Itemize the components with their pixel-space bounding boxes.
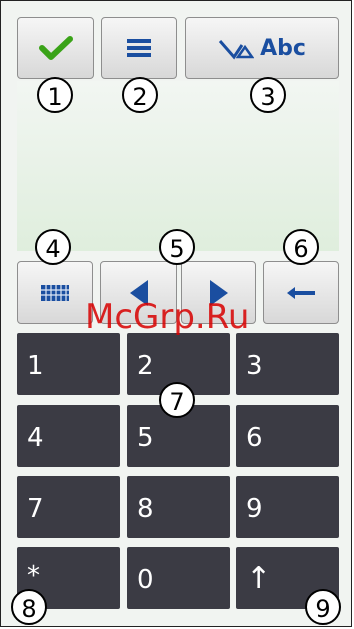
phone-screen: Abc 1 2 3 4 5 6 7 8 9 * 0 ↑ 1 2 3 4 5 6 … [0, 0, 352, 627]
key-7[interactable]: 7 [17, 476, 120, 538]
key-8[interactable]: 8 [127, 476, 230, 538]
ok-button[interactable] [17, 17, 94, 79]
callout-5: 5 [159, 229, 195, 265]
keyboard-switch-button[interactable] [17, 261, 93, 324]
keyboard-icon [41, 284, 69, 301]
input-mode-label: Abc [260, 35, 306, 61]
callout-9: 9 [305, 589, 341, 625]
key-3[interactable]: 3 [236, 333, 339, 395]
checkmark-icon [38, 36, 73, 60]
callout-2: 2 [122, 77, 158, 113]
menu-lines-icon [127, 39, 151, 57]
handwriting-pen-icon [218, 40, 255, 60]
options-menu-button[interactable] [101, 17, 177, 79]
callout-3: 3 [250, 77, 286, 113]
callout-7: 7 [159, 382, 195, 418]
cursor-right-button[interactable] [181, 261, 256, 324]
callout-6: 6 [283, 229, 319, 265]
right-arrow-icon [209, 279, 228, 306]
backspace-icon [287, 286, 315, 299]
input-mode-button[interactable]: Abc [185, 17, 339, 79]
key-1[interactable]: 1 [17, 333, 120, 395]
key-9[interactable]: 9 [236, 476, 339, 538]
key-4[interactable]: 4 [17, 405, 120, 467]
left-arrow-icon [129, 279, 148, 306]
cursor-left-button[interactable] [100, 261, 177, 324]
callout-1: 1 [37, 77, 73, 113]
backspace-button[interactable] [263, 261, 339, 324]
callout-8: 8 [11, 589, 47, 625]
key-6[interactable]: 6 [236, 405, 339, 467]
key-0[interactable]: 0 [127, 547, 230, 609]
callout-4: 4 [35, 229, 71, 265]
